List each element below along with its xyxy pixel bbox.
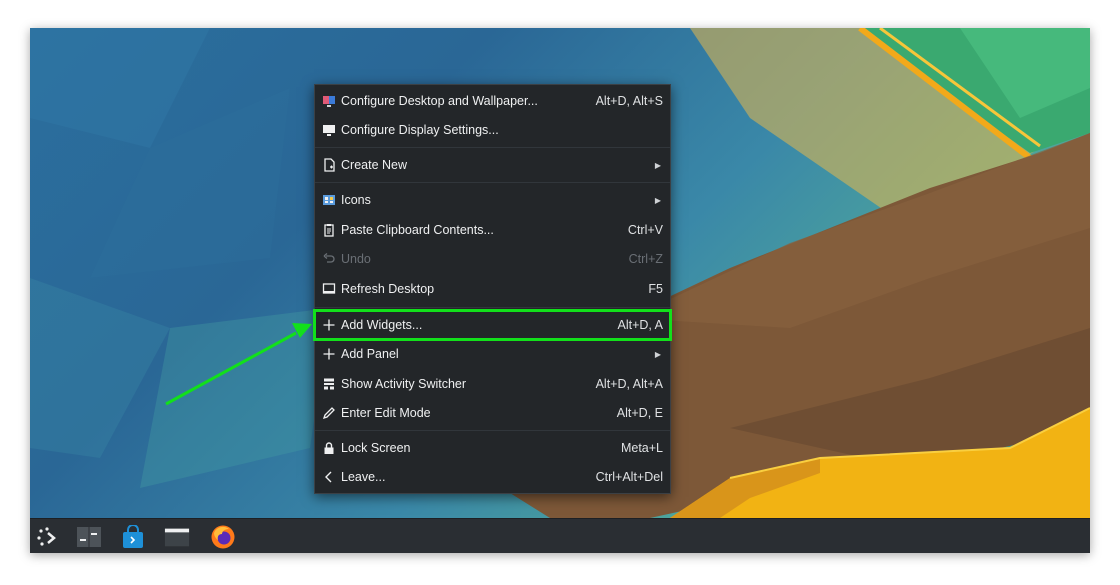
clipboard-icon [322, 223, 336, 237]
app-launcher-icon[interactable] [35, 524, 61, 550]
lock-icon [322, 441, 336, 455]
menu-item-label: Add Panel [341, 347, 399, 361]
menu-item-label: Undo [341, 252, 371, 266]
discover-store-icon[interactable] [120, 524, 146, 550]
menu-item-shortcut: F5 [648, 282, 663, 296]
configure-desktop-icon [322, 94, 336, 108]
menu-item-label: Enter Edit Mode [341, 406, 431, 420]
menu-item-label: Show Activity Switcher [341, 377, 467, 391]
menu-item-refresh-desktop[interactable]: Refresh Desktop F5 [315, 275, 670, 303]
edit-icon [322, 406, 336, 420]
menu-item-add-panel[interactable]: Add Panel ▶ [315, 340, 670, 368]
refresh-desktop-icon [322, 282, 336, 296]
menu-item-undo: Undo Ctrl+Z [315, 245, 670, 273]
firefox-icon[interactable] [210, 524, 236, 550]
submenu-arrow-icon: ▶ [654, 160, 661, 170]
menu-separator [315, 430, 670, 431]
menu-item-shortcut: Alt+D, Alt+S [595, 94, 663, 108]
menu-item-shortcut: Ctrl+V [627, 223, 663, 237]
icons-view-icon [322, 193, 336, 207]
plus-icon [322, 347, 336, 361]
chevron-left-icon [322, 470, 336, 484]
menu-item-icons[interactable]: Icons ▶ [315, 186, 670, 214]
menu-item-paste-clipboard[interactable]: Paste Clipboard Contents... Ctrl+V [315, 216, 670, 244]
menu-item-enter-edit-mode[interactable]: Enter Edit Mode Alt+D, E [315, 399, 670, 427]
menu-item-shortcut: Alt+D, A [617, 318, 663, 332]
plus-icon [322, 318, 336, 332]
menu-item-label: Add Widgets... [341, 318, 423, 332]
menu-separator [315, 307, 670, 308]
menu-item-shortcut: Alt+D, Alt+A [595, 377, 663, 391]
display-icon [322, 123, 336, 137]
menu-item-shortcut: Meta+L [620, 441, 663, 455]
file-manager-icon[interactable] [164, 524, 190, 550]
taskbar [30, 518, 1090, 553]
submenu-arrow-icon: ▶ [654, 195, 661, 205]
desktop-screen: Configure Desktop and Wallpaper... Alt+D… [30, 28, 1090, 553]
menu-item-leave[interactable]: Leave... Ctrl+Alt+Del [315, 463, 670, 491]
menu-item-shortcut: Alt+D, E [616, 406, 663, 420]
menu-item-shortcut: Ctrl+Z [628, 252, 663, 266]
menu-separator [315, 147, 670, 148]
menu-item-label: Lock Screen [341, 441, 411, 455]
menu-item-label: Configure Display Settings... [341, 123, 499, 137]
menu-item-label: Configure Desktop and Wallpaper... [341, 94, 538, 108]
desktop-context-menu: Configure Desktop and Wallpaper... Alt+D… [313, 84, 672, 494]
new-file-icon [322, 158, 336, 172]
menu-item-label: Refresh Desktop [341, 282, 435, 296]
menu-item-label: Paste Clipboard Contents... [341, 223, 494, 237]
submenu-arrow-icon: ▶ [654, 349, 661, 359]
menu-item-show-activity-switcher[interactable]: Show Activity Switcher Alt+D, Alt+A [315, 370, 670, 398]
menu-item-shortcut: Ctrl+Alt+Del [595, 470, 663, 484]
menu-item-add-widgets[interactable]: Add Widgets... Alt+D, A [313, 309, 672, 341]
menu-item-label: Icons [341, 193, 371, 207]
activities-icon [322, 377, 336, 391]
menu-separator [315, 182, 670, 183]
menu-item-configure-desktop[interactable]: Configure Desktop and Wallpaper... Alt+D… [315, 87, 670, 115]
undo-icon [322, 252, 336, 266]
menu-item-lock-screen[interactable]: Lock Screen Meta+L [315, 434, 670, 462]
menu-item-configure-display[interactable]: Configure Display Settings... [315, 116, 670, 144]
menu-item-label: Create New [341, 158, 407, 172]
menu-item-label: Leave... [341, 470, 386, 484]
menu-item-create-new[interactable]: Create New ▶ [315, 151, 670, 179]
pager-icon[interactable] [76, 524, 102, 550]
